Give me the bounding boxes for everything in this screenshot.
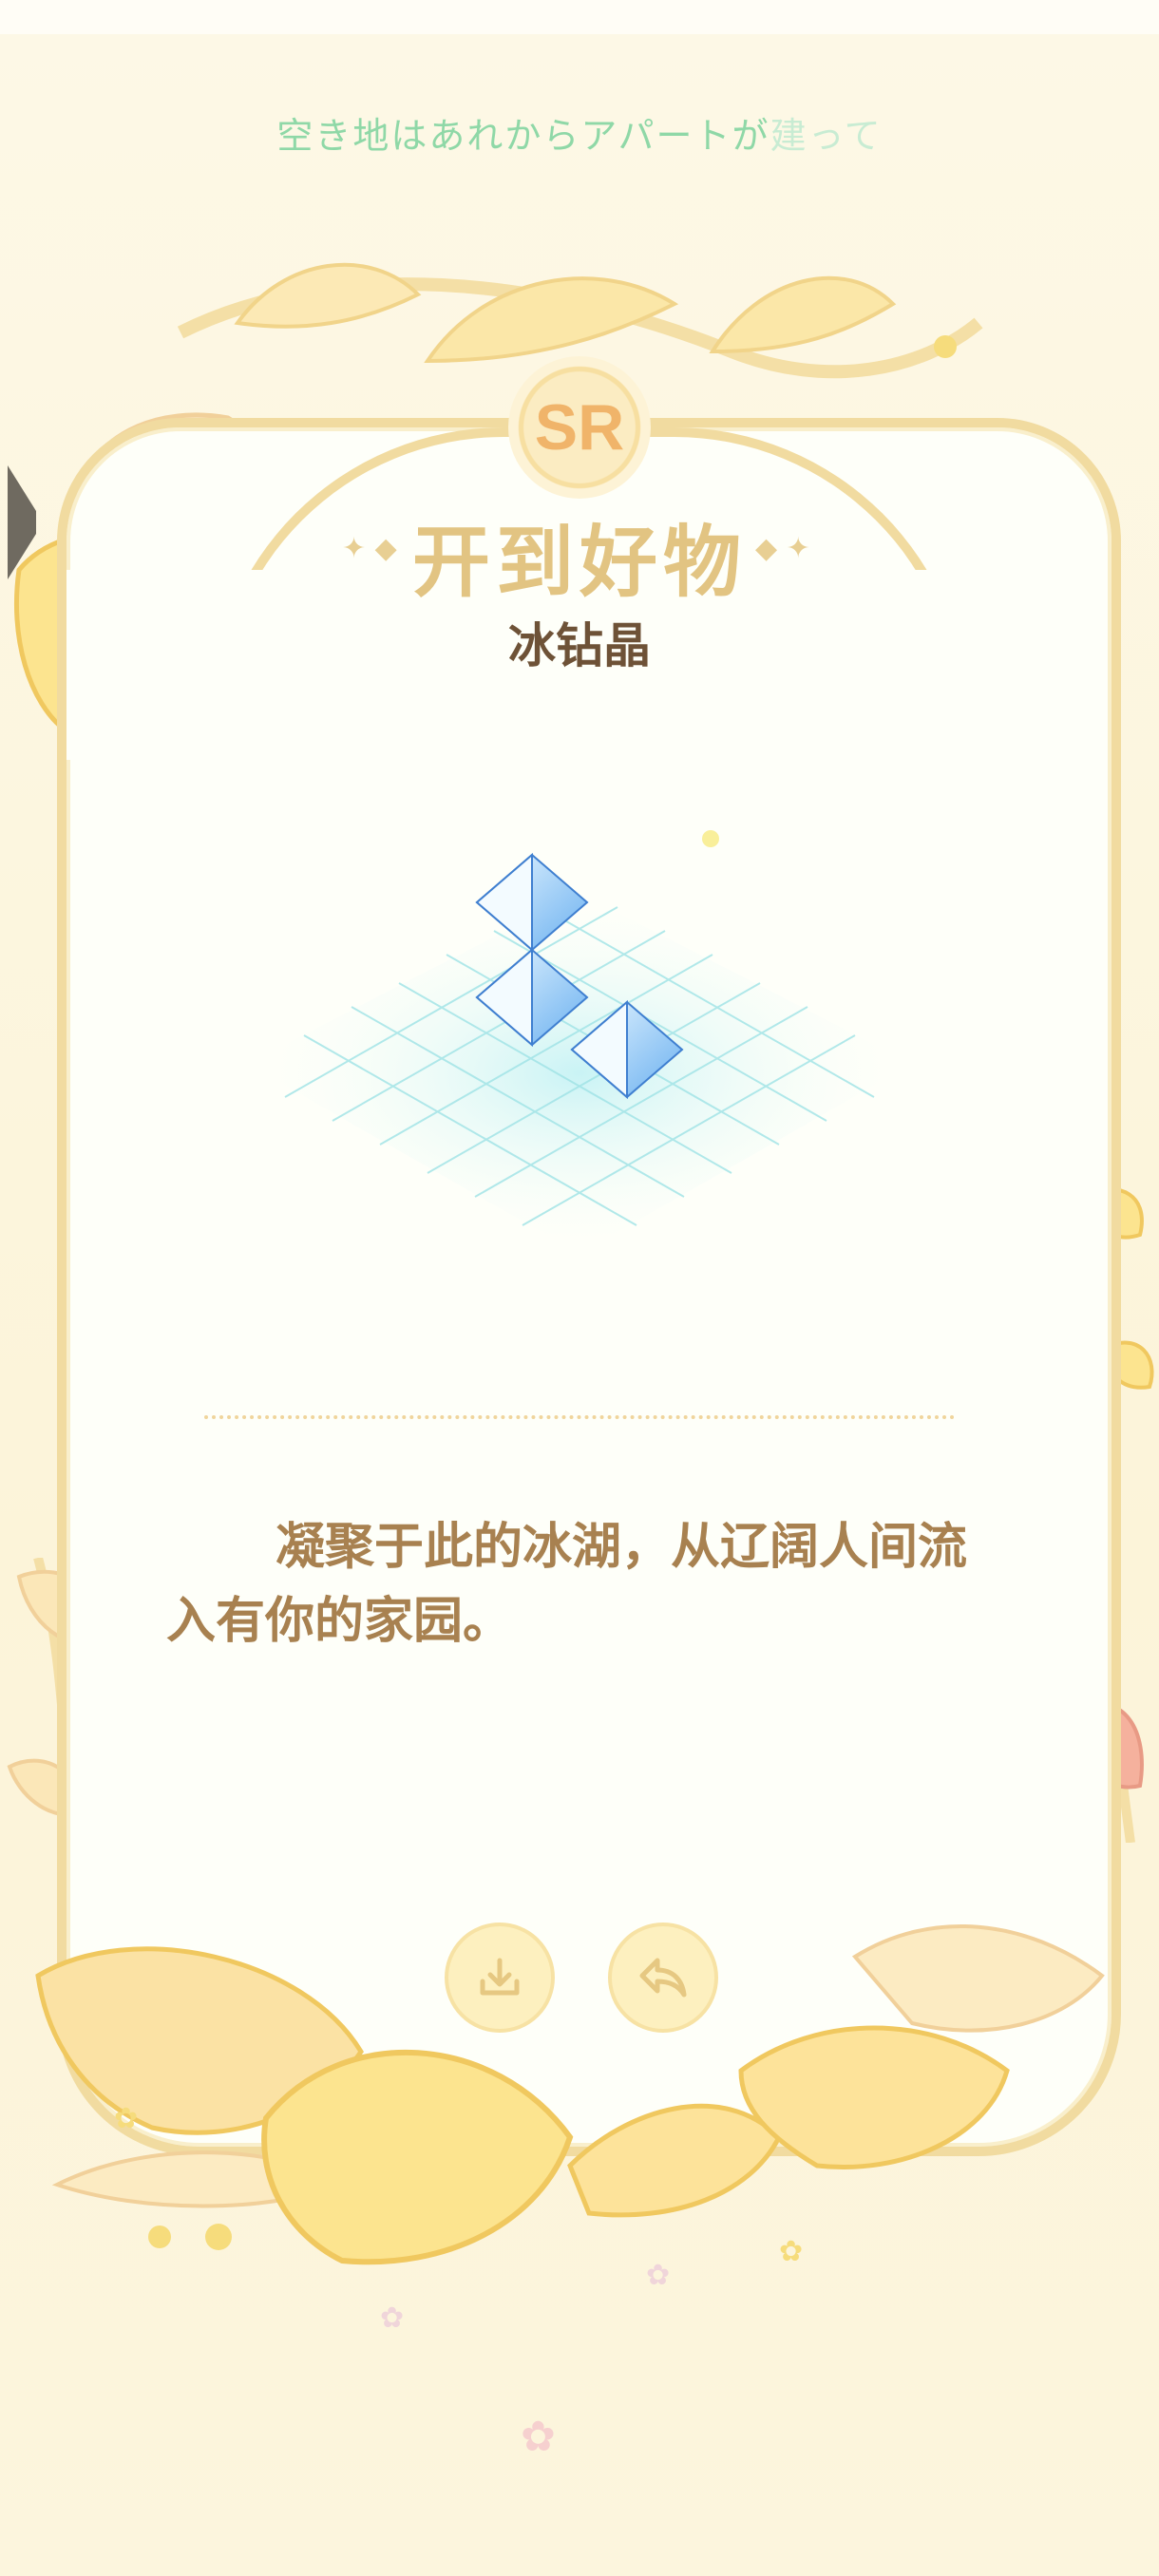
notice-text-fading: 建って	[770, 115, 883, 157]
svg-text:✿: ✿	[380, 2301, 404, 2335]
item-name: 冰钻晶	[508, 618, 651, 673]
svg-text:✿: ✿	[114, 2102, 138, 2135]
bottom-leaf-decoration: ✿ ✿ ✿ ✿	[35, 1924, 1105, 2335]
sparkle-icon: ◆ ✦	[755, 532, 810, 565]
svg-text:✿: ✿	[779, 2235, 803, 2268]
result-screen: 空き地はあれからアパートが建って SR ✦ ◆ 开到好物 ◆ ✦ 冰钻晶 凝聚于…	[0, 0, 1159, 2576]
item-preview-image	[247, 830, 912, 1254]
scrolling-notice: 空き地はあれからアパートが建って	[0, 106, 1159, 159]
notice-text: 空き地はあれからアパートが	[276, 115, 770, 157]
flower-icon: ✿	[521, 2413, 556, 2461]
section-divider	[204, 1415, 955, 1419]
status-bar-area	[0, 0, 1159, 34]
rarity-badge: SR	[508, 356, 651, 499]
result-title: 开到好物	[411, 518, 747, 608]
svg-text:✿: ✿	[646, 2259, 670, 2292]
item-description: 凝聚于此的冰湖，从辽阔人间流入有你的家园。	[166, 1519, 968, 1650]
